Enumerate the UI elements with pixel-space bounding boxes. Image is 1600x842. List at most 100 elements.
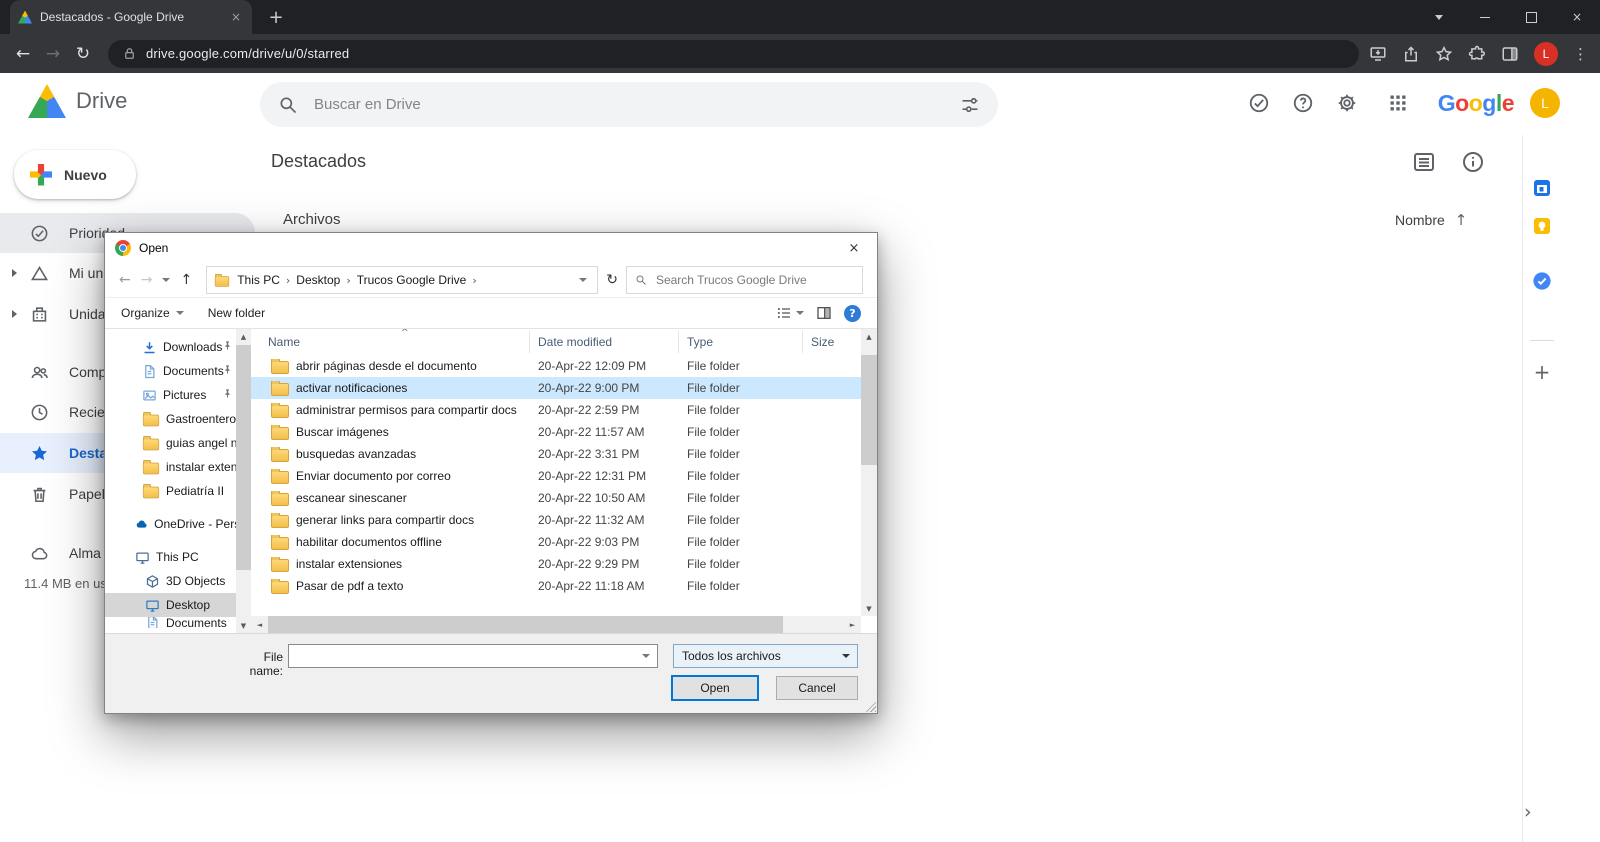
column-header-size[interactable]: Size bbox=[803, 331, 851, 353]
search-options-icon[interactable] bbox=[960, 95, 980, 115]
breadcrumb-trucos[interactable]: Trucos Google Drive bbox=[351, 273, 473, 287]
bookmark-star-icon[interactable] bbox=[1435, 45, 1453, 63]
tree-item-folder[interactable]: guias angel navi bbox=[105, 431, 236, 455]
back-icon[interactable]: ← bbox=[8, 44, 38, 64]
window-minimize-button[interactable] bbox=[1462, 0, 1508, 34]
tab-close-icon[interactable]: × bbox=[228, 10, 244, 24]
nav-back-icon[interactable]: ← bbox=[119, 272, 131, 288]
file-type-combo[interactable]: Todos los archivos bbox=[673, 644, 858, 668]
file-row[interactable]: instalar extensiones 20-Apr-22 9:29 PM F… bbox=[251, 553, 861, 575]
offline-status-icon[interactable] bbox=[1248, 92, 1270, 114]
nav-history-caret-icon[interactable] bbox=[162, 278, 171, 282]
tree-item-documents[interactable]: Documents bbox=[105, 359, 236, 383]
new-button[interactable]: Nuevo bbox=[14, 150, 136, 199]
cancel-button[interactable]: Cancel bbox=[776, 676, 858, 700]
calendar-icon[interactable] bbox=[1530, 176, 1554, 200]
dialog-close-icon[interactable]: × bbox=[831, 241, 877, 256]
file-name-combo[interactable] bbox=[288, 644, 658, 668]
file-row[interactable]: Enviar documento por correo 20-Apr-22 12… bbox=[251, 465, 861, 487]
browser-menu-icon[interactable]: ⋮ bbox=[1573, 45, 1588, 63]
file-row[interactable]: busquedas avanzadas 20-Apr-22 3:31 PM Fi… bbox=[251, 443, 861, 465]
scroll-down-icon[interactable]: ▼ bbox=[861, 601, 877, 616]
file-row[interactable]: activar notificaciones 20-Apr-22 9:00 PM… bbox=[251, 377, 861, 399]
extensions-puzzle-icon[interactable] bbox=[1468, 45, 1486, 63]
scroll-down-icon[interactable]: ▼ bbox=[236, 618, 251, 633]
tree-item-folder[interactable]: Gastroenterolog bbox=[105, 407, 236, 431]
file-row[interactable]: generar links para compartir docs 20-Apr… bbox=[251, 509, 861, 531]
file-list-vscrollbar[interactable]: ▲ ▼ bbox=[861, 329, 877, 616]
info-button[interactable] bbox=[1461, 150, 1485, 174]
column-header-name[interactable]: Name bbox=[251, 331, 530, 353]
window-maximize-button[interactable] bbox=[1508, 0, 1554, 34]
dialog-title-bar[interactable]: Open × bbox=[105, 233, 877, 263]
expand-caret-icon[interactable] bbox=[12, 269, 17, 277]
scroll-right-icon[interactable]: ► bbox=[844, 616, 861, 633]
scroll-left-icon[interactable]: ◄ bbox=[251, 616, 268, 633]
view-options-button[interactable] bbox=[776, 305, 804, 321]
breadcrumb-dropdown-caret-icon[interactable] bbox=[579, 278, 588, 282]
keep-icon[interactable] bbox=[1530, 214, 1554, 238]
share-icon[interactable] bbox=[1402, 45, 1420, 63]
drive-search-input[interactable] bbox=[312, 95, 946, 114]
drive-logo[interactable]: Drive bbox=[28, 84, 127, 118]
help-icon[interactable] bbox=[1292, 92, 1314, 114]
scrollbar-thumb[interactable] bbox=[268, 616, 783, 633]
organize-button[interactable]: Organize bbox=[121, 306, 184, 320]
add-addon-button[interactable]: + bbox=[1531, 360, 1553, 384]
browser-profile-avatar[interactable]: L bbox=[1534, 41, 1558, 66]
forward-icon[interactable]: → bbox=[38, 44, 68, 64]
scrollbar-thumb[interactable] bbox=[861, 355, 877, 465]
tree-item-folder[interactable]: instalar extension bbox=[105, 455, 236, 479]
expand-caret-icon[interactable] bbox=[12, 310, 17, 318]
file-row[interactable]: habilitar documentos offline 20-Apr-22 9… bbox=[251, 531, 861, 553]
file-row[interactable]: Pasar de pdf a texto 20-Apr-22 11:18 AM … bbox=[251, 575, 861, 597]
nav-up-icon[interactable]: ↑ bbox=[180, 272, 192, 288]
scrollbar-thumb[interactable] bbox=[236, 345, 251, 570]
tree-item-documents-clipped[interactable]: Documents bbox=[105, 617, 236, 628]
tree-item-onedrive[interactable]: OneDrive - Person bbox=[105, 512, 236, 536]
open-button[interactable]: Open bbox=[671, 675, 759, 701]
scroll-up-icon[interactable]: ▲ bbox=[861, 329, 877, 344]
new-tab-button[interactable]: + bbox=[264, 6, 288, 30]
breadcrumb[interactable]: This PC › Desktop › Trucos Google Drive … bbox=[206, 266, 599, 294]
refresh-icon[interactable]: ↻ bbox=[606, 272, 618, 288]
install-app-icon[interactable] bbox=[1369, 45, 1387, 63]
window-close-button[interactable]: × bbox=[1554, 0, 1600, 34]
file-row[interactable]: administrar permisos para compartir docs… bbox=[251, 399, 861, 421]
sort-control[interactable]: Nombre ↑ bbox=[1395, 211, 1467, 229]
tree-scrollbar[interactable]: ▲ ▼ bbox=[236, 329, 251, 633]
tree-item-3d-objects[interactable]: 3D Objects bbox=[105, 569, 236, 593]
address-bar[interactable]: drive.google.com/drive/u/0/starred bbox=[108, 39, 1359, 68]
tree-item-downloads[interactable]: Downloads bbox=[105, 335, 236, 359]
google-apps-grid-icon[interactable] bbox=[1388, 93, 1408, 113]
file-name-caret-icon[interactable] bbox=[642, 654, 650, 658]
drive-account-avatar[interactable]: L bbox=[1530, 88, 1560, 118]
hide-panel-chevron-icon[interactable]: › bbox=[1524, 801, 1532, 823]
tree-item-desktop[interactable]: Desktop bbox=[105, 593, 236, 617]
breadcrumb-desktop[interactable]: Desktop bbox=[290, 273, 346, 287]
nav-forward-icon[interactable]: → bbox=[141, 272, 153, 288]
column-header-date[interactable]: Date modified bbox=[530, 331, 679, 353]
tree-item-folder[interactable]: Pediatría II bbox=[105, 479, 236, 503]
file-row[interactable]: escanear sinescaner 20-Apr-22 10:50 AM F… bbox=[251, 487, 861, 509]
file-list-hscrollbar[interactable]: ◄ ► bbox=[251, 616, 861, 633]
file-name-input[interactable] bbox=[289, 645, 642, 667]
reload-icon[interactable]: ↻ bbox=[68, 44, 98, 64]
preview-pane-icon[interactable] bbox=[816, 305, 832, 321]
tree-item-this-pc[interactable]: This PC bbox=[105, 545, 236, 569]
tree-item-pictures[interactable]: Pictures bbox=[105, 383, 236, 407]
scroll-up-icon[interactable]: ▲ bbox=[236, 329, 251, 344]
side-panel-icon[interactable] bbox=[1501, 45, 1519, 63]
column-header-type[interactable]: Type bbox=[679, 331, 803, 353]
tab-search-icon[interactable] bbox=[1416, 0, 1462, 34]
file-row[interactable]: abrir páginas desde el documento 20-Apr-… bbox=[251, 355, 861, 377]
dialog-search-input[interactable] bbox=[653, 272, 854, 288]
new-folder-button[interactable]: New folder bbox=[208, 306, 265, 320]
dialog-search-box[interactable] bbox=[625, 266, 863, 294]
breadcrumb-this-pc[interactable]: This PC bbox=[231, 273, 286, 287]
browser-tab-active[interactable]: Destacados - Google Drive × bbox=[10, 0, 252, 34]
tasks-icon[interactable] bbox=[1530, 269, 1554, 293]
file-row[interactable]: Buscar imágenes 20-Apr-22 11:57 AM File … bbox=[251, 421, 861, 443]
drive-search-bar[interactable] bbox=[260, 82, 998, 127]
resize-grip[interactable] bbox=[863, 699, 876, 712]
